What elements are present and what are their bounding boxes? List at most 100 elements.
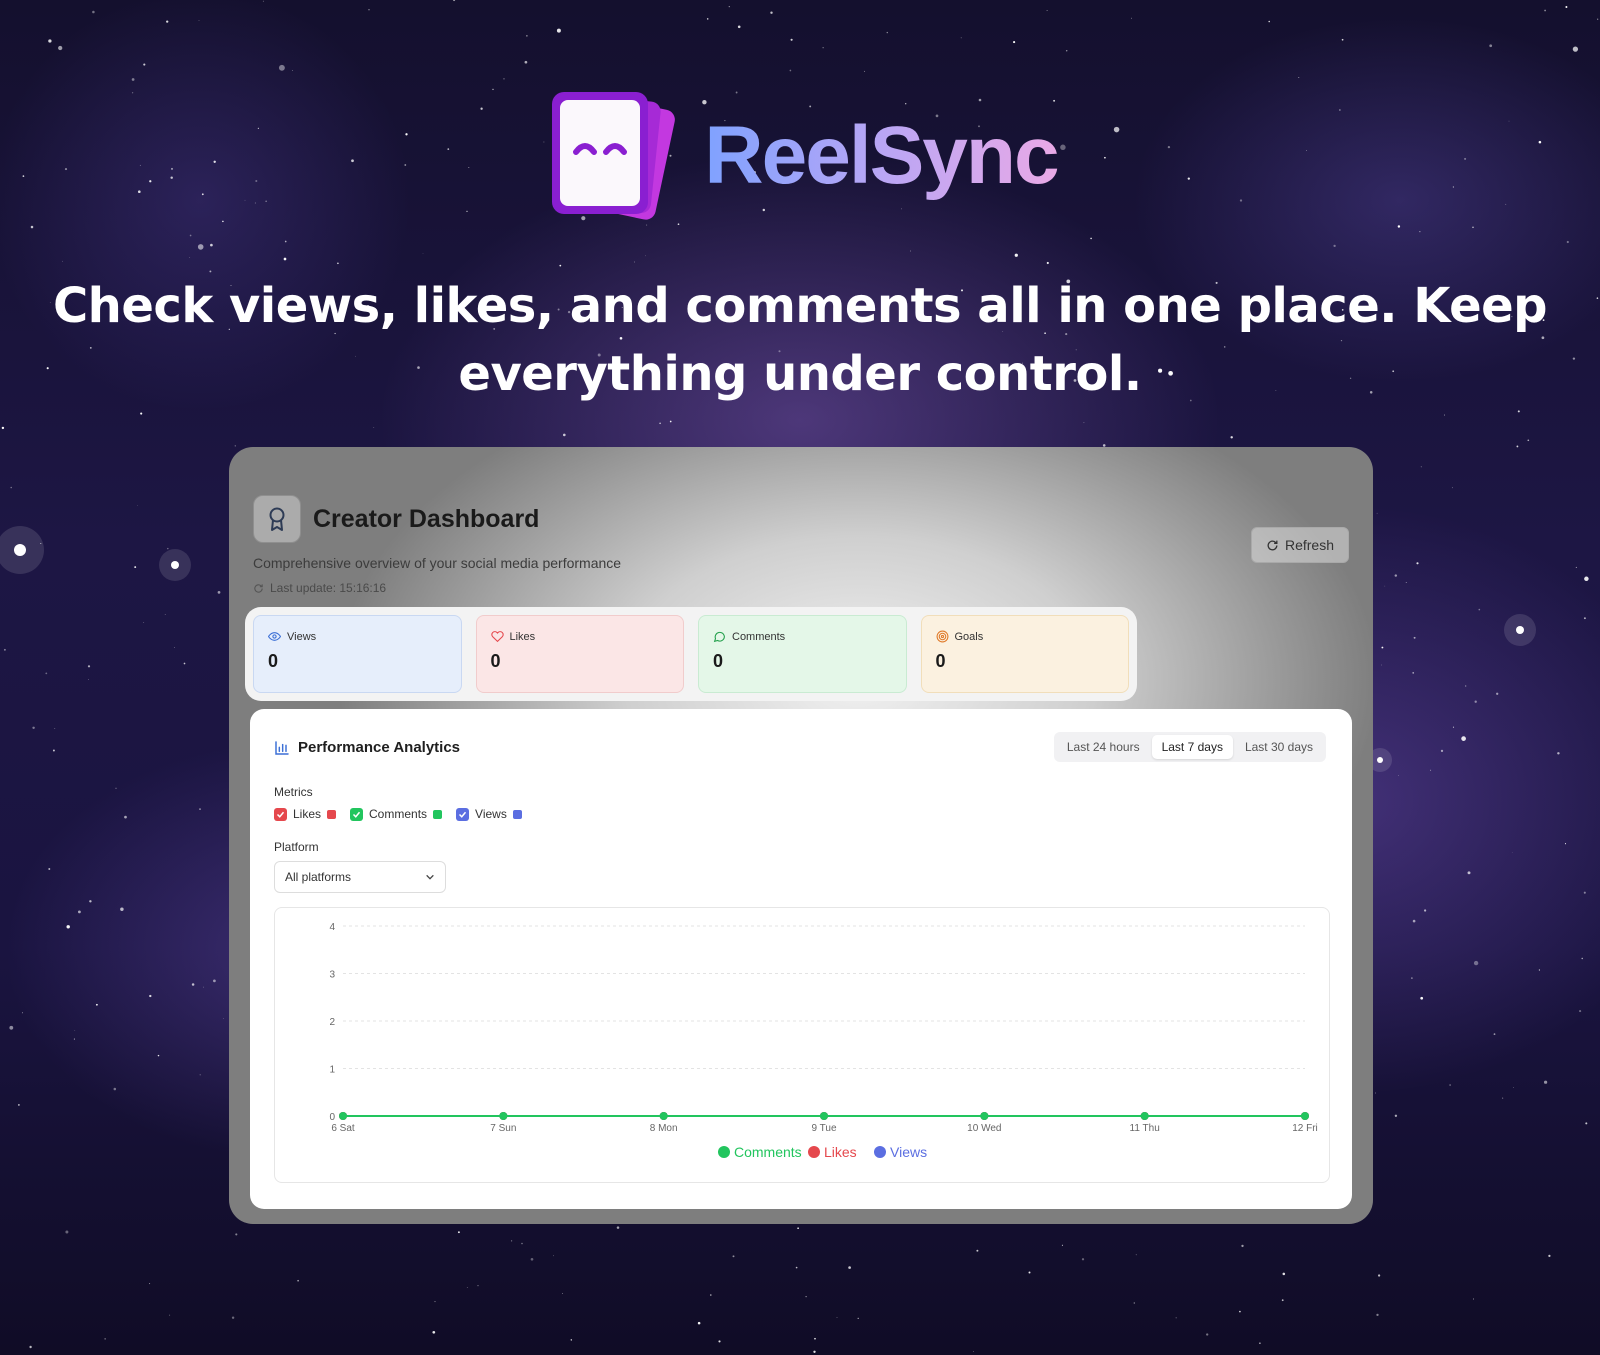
star xyxy=(814,1337,816,1340)
platform-select[interactable]: All platforms xyxy=(274,861,446,893)
x-tick-label: 8 Mon xyxy=(650,1123,678,1134)
range-last-30-days[interactable]: Last 30 days xyxy=(1235,735,1323,759)
heart-icon xyxy=(490,631,504,643)
star xyxy=(1420,466,1422,468)
y-tick-label: 3 xyxy=(329,970,335,981)
last-update-text: Last update: 15:16:16 xyxy=(270,581,387,595)
star xyxy=(822,47,824,49)
star xyxy=(199,808,201,810)
y-tick-label: 4 xyxy=(329,922,335,933)
star xyxy=(813,1350,816,1353)
check-icon xyxy=(459,811,467,818)
legend-label-views: Views xyxy=(890,1144,927,1160)
star xyxy=(235,1233,238,1236)
brand-name: ReelSync xyxy=(704,110,1059,201)
star xyxy=(167,547,169,550)
star xyxy=(131,78,135,81)
star xyxy=(137,505,138,507)
comments-checkbox[interactable] xyxy=(350,807,364,821)
dashboard-screenshot: Creator Dashboard Comprehensive overview… xyxy=(229,447,1373,1224)
x-tick-label: 10 Wed xyxy=(967,1123,1001,1134)
star xyxy=(199,1074,201,1076)
star xyxy=(234,445,236,447)
star xyxy=(706,18,709,20)
star xyxy=(1083,422,1085,424)
stat-card-goals[interactable]: Goals 0 xyxy=(920,615,1129,693)
line-chart: 0 1 2 3 4 6 Sat 7 Sun 8 Mon 9 Tue 10 Wed 11 Thu 12 … xyxy=(329,922,1317,1160)
comments-metric-label: Comments xyxy=(369,807,428,821)
eye-icon xyxy=(268,632,281,641)
range-last-7-days[interactable]: Last 7 days xyxy=(1151,735,1233,759)
star xyxy=(521,1242,523,1245)
views-checkbox[interactable] xyxy=(456,807,470,821)
star xyxy=(120,907,124,911)
star xyxy=(1281,1299,1284,1302)
comments-color-swatch xyxy=(433,809,443,819)
platform-select-value: All platforms xyxy=(285,870,352,884)
star xyxy=(54,728,56,729)
star-glow xyxy=(0,526,44,574)
star xyxy=(1527,439,1530,442)
star xyxy=(570,1339,572,1341)
star xyxy=(74,1029,76,1031)
stat-label: Comments xyxy=(732,630,786,643)
star xyxy=(1452,726,1455,728)
data-point-comments xyxy=(1140,1112,1149,1120)
star xyxy=(95,1003,98,1006)
star xyxy=(1440,749,1444,753)
star xyxy=(210,243,213,247)
star xyxy=(262,0,264,2)
star xyxy=(157,1054,160,1057)
star xyxy=(29,1345,32,1349)
star xyxy=(1282,1272,1286,1276)
star xyxy=(718,1340,721,1343)
star xyxy=(1538,969,1540,971)
star xyxy=(1543,1080,1548,1084)
stat-card-likes[interactable]: Likes 0 xyxy=(475,615,684,693)
refresh-button[interactable]: Refresh xyxy=(1251,527,1349,563)
star xyxy=(337,262,339,265)
star xyxy=(1375,1092,1376,1094)
star xyxy=(1473,960,1479,966)
chat-bubble-icon xyxy=(713,631,725,643)
star xyxy=(1046,261,1049,265)
star xyxy=(466,1287,468,1288)
bright-star xyxy=(14,544,26,556)
views-metric-label: Views xyxy=(475,807,507,821)
star xyxy=(73,1038,75,1040)
stat-card-comments[interactable]: Comments 0 xyxy=(698,615,907,693)
star xyxy=(1444,414,1445,416)
line-chart-container: 0 1 2 3 4 6 Sat 7 Sun 8 Mon 9 Tue 10 Wed 11 Thu 12 … xyxy=(274,907,1330,1183)
stat-value: 0 xyxy=(490,651,501,671)
range-last-24-hours[interactable]: Last 24 hours xyxy=(1057,735,1150,759)
star xyxy=(22,1012,23,1014)
star xyxy=(1,426,5,430)
star xyxy=(559,264,562,267)
star xyxy=(728,5,730,8)
star xyxy=(1397,225,1401,228)
star xyxy=(645,255,646,257)
star xyxy=(1061,1244,1063,1246)
stat-card-views[interactable]: Views 0 xyxy=(253,615,462,693)
star xyxy=(836,1317,838,1319)
star xyxy=(1583,891,1586,894)
legend-label-likes: Likes xyxy=(824,1144,857,1160)
reelsync-logo-icon xyxy=(542,88,682,224)
star xyxy=(1548,1254,1551,1258)
likes-checkbox[interactable] xyxy=(274,807,287,821)
star xyxy=(1472,226,1474,229)
star xyxy=(526,35,528,37)
star xyxy=(3,648,6,651)
ribbon-award-icon xyxy=(253,495,301,543)
star xyxy=(864,70,866,72)
x-tick-label: 7 Sun xyxy=(490,1123,516,1134)
chevron-down-icon xyxy=(426,874,434,880)
star xyxy=(89,900,92,903)
page-subtitle: Comprehensive overview of your social me… xyxy=(253,555,622,571)
views-color-swatch xyxy=(512,809,522,819)
star xyxy=(66,925,70,929)
star xyxy=(790,38,793,41)
star xyxy=(1081,1258,1085,1261)
star xyxy=(30,225,34,229)
star xyxy=(166,20,169,23)
